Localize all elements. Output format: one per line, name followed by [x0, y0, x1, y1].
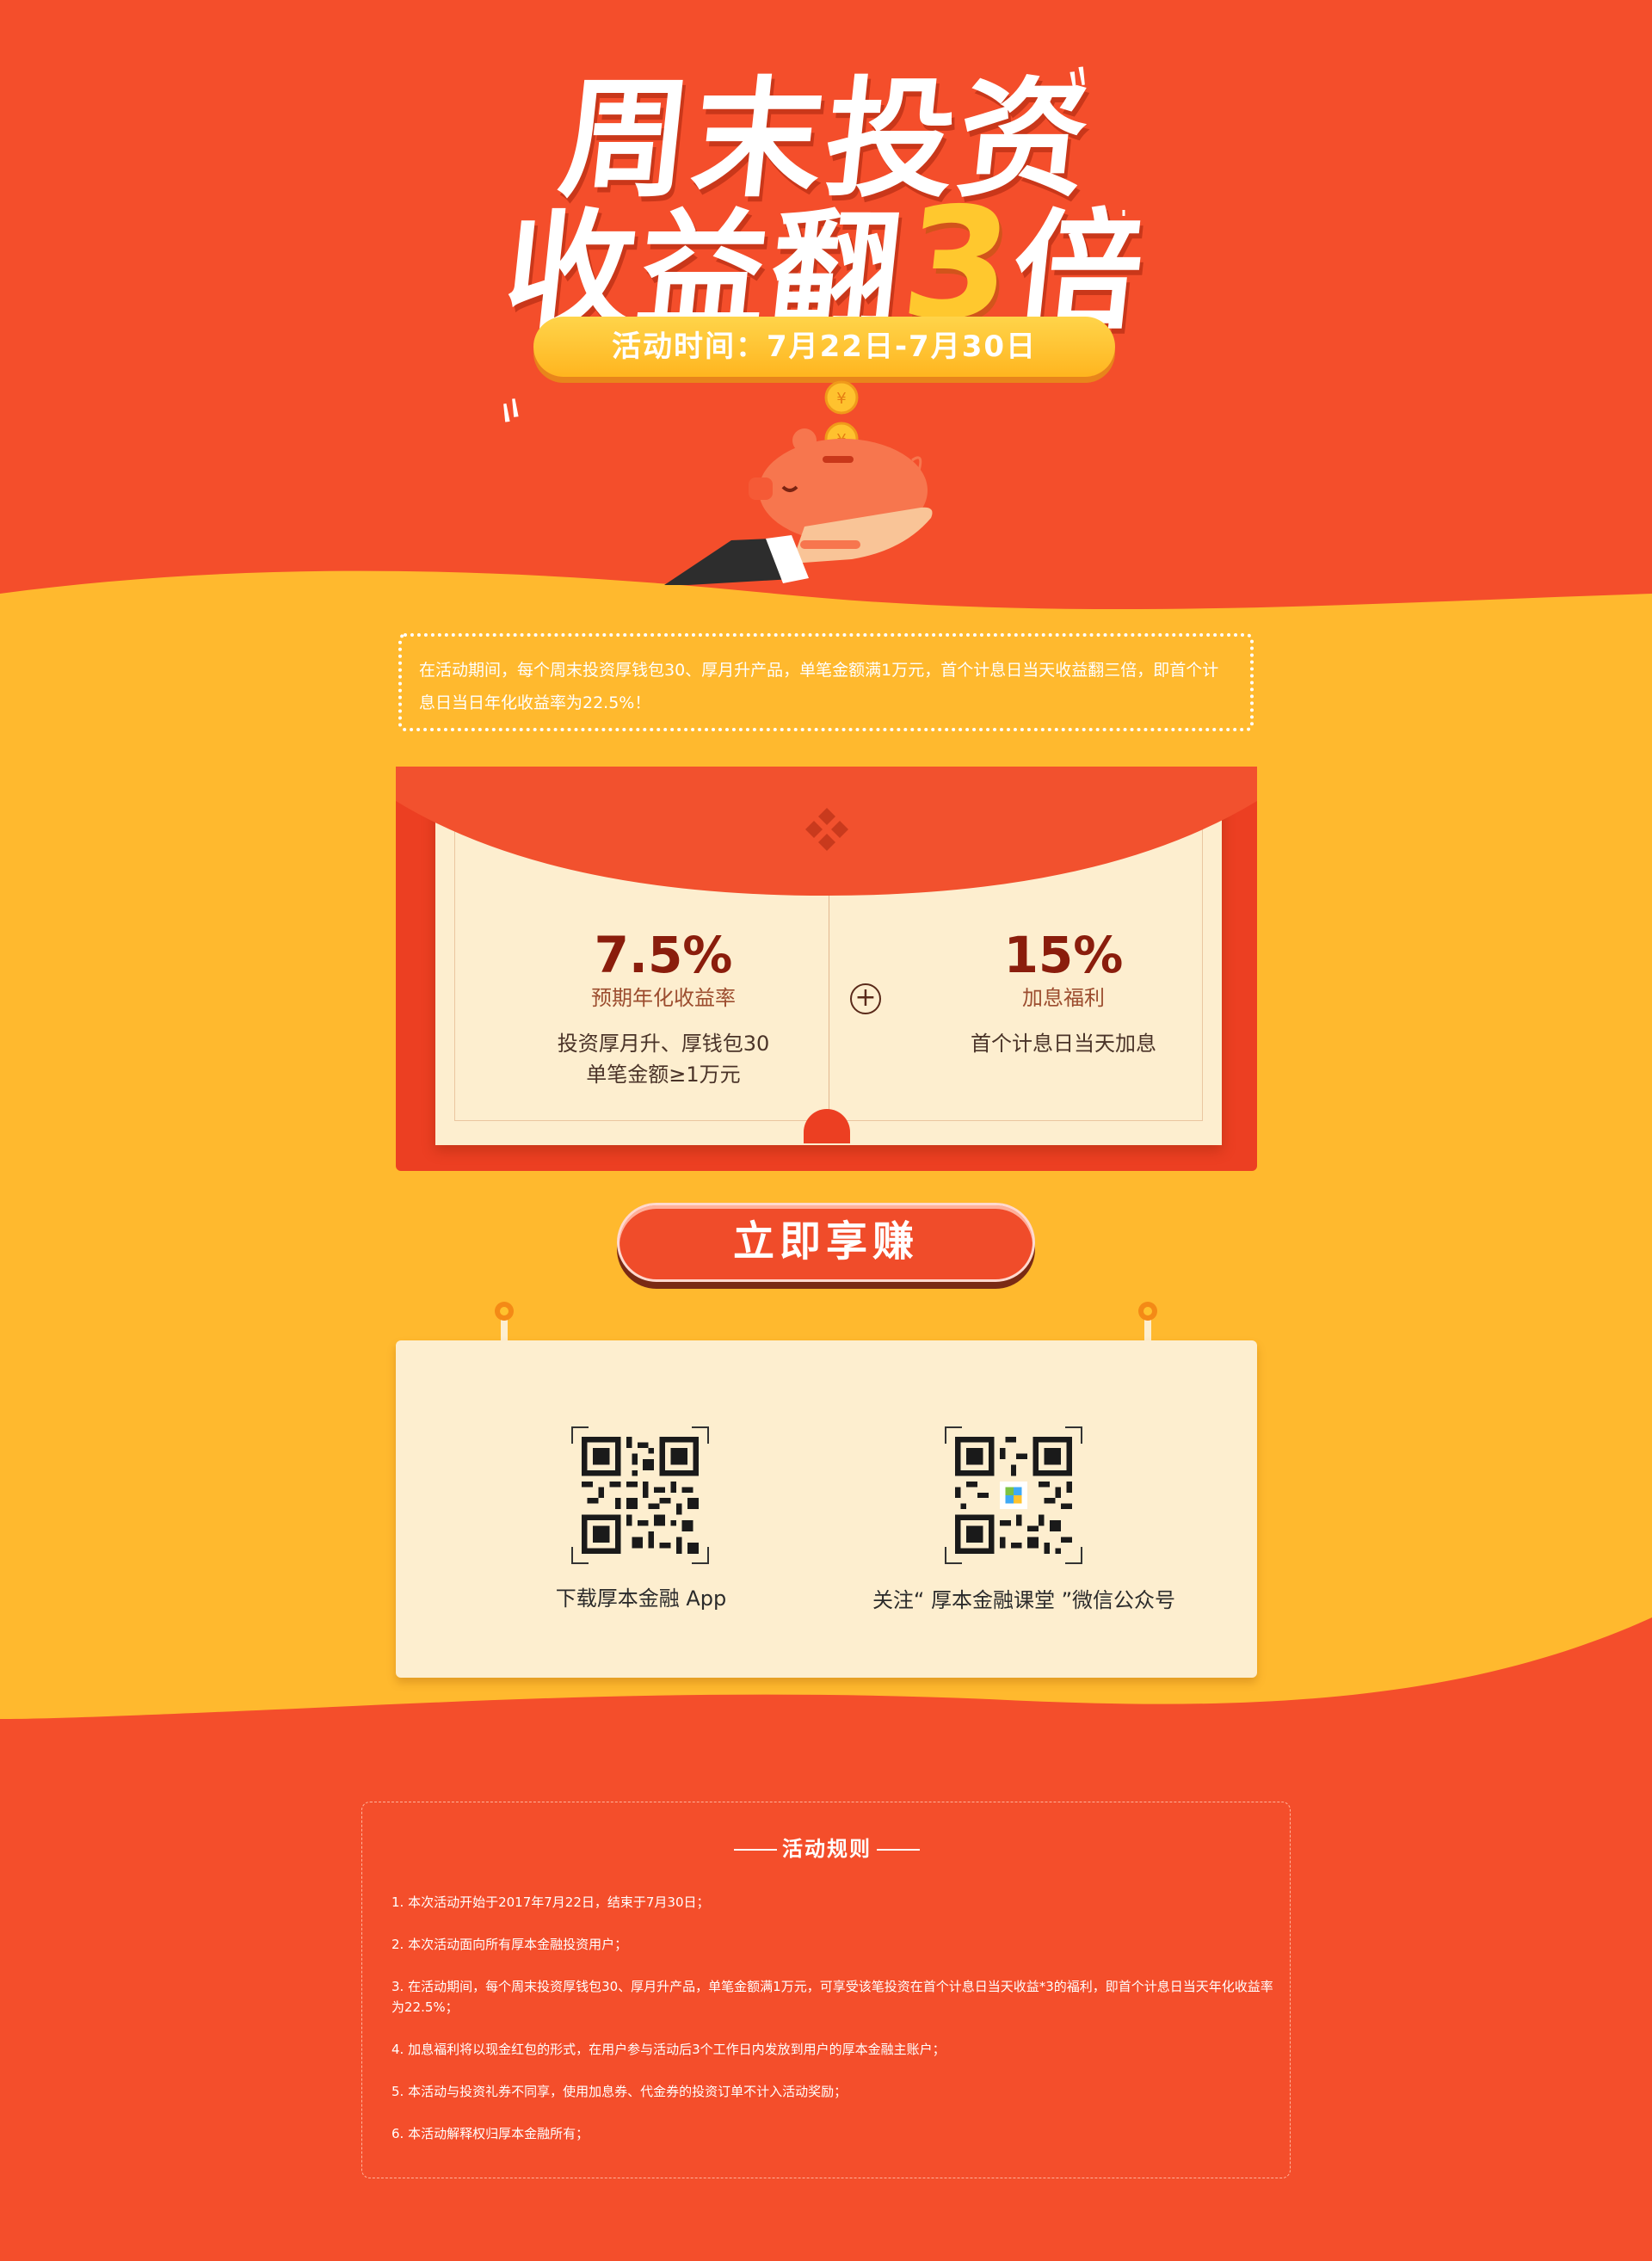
activity-intro-box: 在活动期间，每个周末投资厚钱包30、厚月升产品，单笔金额满1万元，首个计息日当天…	[398, 633, 1254, 731]
app-download-label: 下载厚本金融 App	[555, 1586, 727, 1611]
base-rate-desc: 投资厚月升、厚钱包30 单笔金额≥1万元	[474, 1028, 853, 1090]
rule-item: 3. 在活动期间，每个周末投资厚钱包30、厚月升产品，单笔金额满1万元，可享受该…	[391, 1979, 1273, 2015]
brand-logo-icon	[805, 808, 848, 851]
enjoy-now-button[interactable]: 立即享赚	[617, 1203, 1035, 1282]
rules-list: 1. 本次活动开始于2017年7月22日，结束于7月30日； 2. 本次活动面向…	[391, 1892, 1278, 2166]
red-envelope-card: + 7.5% 预期年化收益率 投资厚月升、厚钱包30 单笔金额≥1万元 15% …	[396, 767, 1257, 1171]
activity-date-badge: 活动时间：7月22日-7月30日	[533, 317, 1115, 377]
rule-item: 4. 加息福利将以现金红包的形式，在用户参与活动后3个工作日内发放到用户的厚本金…	[391, 2042, 946, 2057]
bonus-rate-desc-line1: 首个计息日当天加息	[971, 1032, 1156, 1056]
hero-title-line1: 周末投资	[552, 65, 1100, 215]
title-dash-right	[877, 1849, 920, 1851]
bonus-rate-desc: 首个计息日当天加息	[874, 1028, 1253, 1059]
bonus-rate-value: 15%	[1003, 926, 1124, 984]
bonus-rate-column: 15% 加息福利 首个计息日当天加息	[874, 927, 1253, 1059]
wechat-qr[interactable]	[945, 1426, 1082, 1564]
rules-title-text: 活动规则	[782, 1837, 872, 1861]
wechat-follow-label: 关注“ 厚本金融课堂 ”微信公众号	[872, 1588, 1176, 1612]
qr-code-board: 下载厚本金融 App 关注“ 厚本金融课堂 ”微信公众号	[396, 1340, 1257, 1678]
bonus-rate-label: 加息福利	[1022, 986, 1105, 1010]
title-dash-left	[734, 1849, 777, 1851]
rule-item: 1. 本次活动开始于2017年7月22日，结束于7月30日；	[391, 1894, 710, 1910]
rule-item: 5. 本活动与投资礼券不同享，使用加息券、代金券的投资订单不计入活动奖励；	[391, 2084, 848, 2099]
qr-code-icon	[582, 1437, 699, 1554]
rule-item: 2. 本次活动面向所有厚本金融投资用户；	[391, 1937, 628, 1952]
svg-text:¥: ¥	[836, 390, 846, 408]
base-rate-desc-line1: 投资厚月升、厚钱包30	[557, 1032, 770, 1056]
base-rate-label: 预期年化收益率	[591, 986, 736, 1010]
activity-rules-panel: 活动规则 1. 本次活动开始于2017年7月22日，结束于7月30日； 2. 本…	[361, 1802, 1291, 2178]
rule-item: 6. 本活动解释权归厚本金融所有；	[391, 2126, 589, 2141]
qr-code-icon	[955, 1437, 1072, 1554]
base-rate-desc-line2: 单笔金额≥1万元	[586, 1063, 741, 1087]
rules-title: 活动规则	[362, 1832, 1291, 1862]
activity-intro-text: 在活动期间，每个周末投资厚钱包30、厚月升产品，单笔金额满1万元，首个计息日当天…	[419, 661, 1219, 712]
base-rate-value: 7.5%	[594, 926, 733, 984]
app-download-qr[interactable]	[571, 1426, 709, 1564]
base-rate-column: 7.5% 预期年化收益率 投资厚月升、厚钱包30 单笔金额≥1万元	[474, 927, 853, 1090]
piggy-bank-illustration: ¥ ¥	[664, 380, 933, 585]
